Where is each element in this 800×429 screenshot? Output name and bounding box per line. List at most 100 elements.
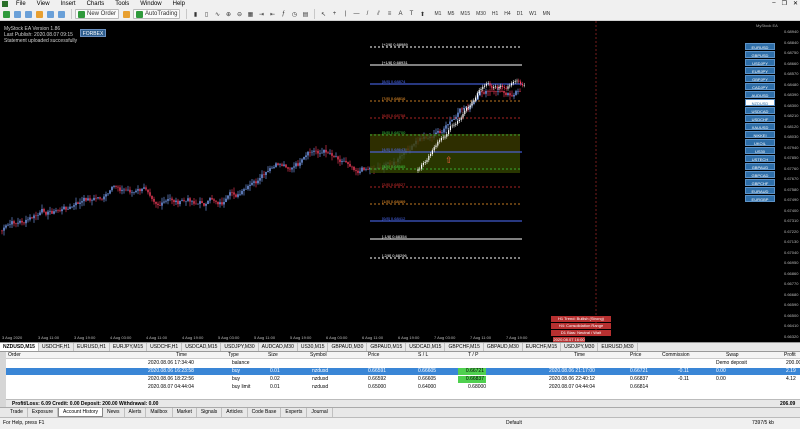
history-row[interactable]: 2020.08.06 17:34:40 balance Demo deposit 20… [6, 360, 800, 367]
col-symbol[interactable]: Symbol [310, 352, 327, 359]
symbol-button[interactable]: XAUUSD [745, 123, 775, 130]
candle-chart-icon[interactable]: ▯ [201, 9, 211, 19]
text-icon[interactable]: A [395, 9, 405, 19]
symbol-button[interactable]: AUDUSD [745, 91, 775, 98]
chart-tab[interactable]: GBPCHF,M15 [445, 343, 484, 351]
symbol-button[interactable]: UKOIL [745, 139, 775, 146]
chart-tab[interactable]: AUDCAD,M30 [259, 343, 298, 351]
bar-chart-icon[interactable]: ▮ [190, 9, 200, 19]
profiles-icon[interactable] [13, 9, 23, 19]
restore-icon[interactable]: ❐ [782, 0, 787, 7]
history-row[interactable]: 2020.08.06 18:22:56 buy 0.02 nzdusd 0.66592 0… [6, 376, 800, 383]
symbol-button[interactable]: USDCAD [745, 107, 775, 114]
templates-icon[interactable]: ▤ [300, 9, 310, 19]
arrows-icon[interactable]: ⬆ [417, 9, 427, 19]
col-close-time[interactable]: Time [574, 352, 585, 359]
time-axis[interactable]: 3 Aug 2020 3 Aug 11:00 3 Aug 19:00 4 Aug 03… [0, 334, 780, 342]
chart-tab[interactable]: EURUSD,H1 [74, 343, 110, 351]
channel-icon[interactable]: ⫽ [373, 9, 383, 19]
timeframe-m15[interactable]: M15 [460, 11, 470, 17]
symbol-button[interactable]: US30 [745, 147, 775, 154]
symbol-button[interactable]: EURAUD [745, 187, 775, 194]
chart-tab[interactable]: USDJPY,M30 [221, 343, 259, 351]
vertical-line-icon[interactable]: | [340, 9, 350, 19]
history-row[interactable]: 2020.08.06 16:23:58 buy 0.01 nzdusd 0.66591 0… [6, 368, 800, 375]
symbol-button[interactable]: GBPJPY [745, 75, 775, 82]
chart-tab[interactable]: USDCHF,H1 [39, 343, 75, 351]
minimize-icon[interactable]: – [772, 0, 775, 7]
terminal-tab[interactable]: News [103, 408, 125, 417]
crosshair-icon[interactable]: + [329, 9, 339, 19]
menu-window[interactable]: Window [140, 1, 161, 7]
horizontal-line-icon[interactable]: — [351, 9, 361, 19]
navigator-icon[interactable] [35, 9, 45, 19]
symbol-button[interactable]: EURUSD [745, 43, 775, 50]
history-row[interactable]: 2020.08.07 04:44:04 buy limit 0.01 nzdusd 0.… [6, 384, 800, 391]
col-profit[interactable]: Profit [784, 352, 796, 359]
timeframe-m5[interactable]: M5 [447, 11, 454, 17]
terminal-tab[interactable]: Code Base [248, 408, 282, 417]
autoscroll-icon[interactable]: ⇥ [256, 9, 266, 19]
col-size[interactable]: Size [268, 352, 278, 359]
chart-tab[interactable]: USDCAD,M15 [406, 343, 446, 351]
chart-tab[interactable]: USDCAD,M15 [182, 343, 222, 351]
menu-charts[interactable]: Charts [87, 1, 105, 7]
market-watch-icon[interactable] [24, 9, 34, 19]
terminal-tab[interactable]: Articles [222, 408, 248, 417]
forbex-button[interactable]: FORBEX [80, 29, 106, 37]
chart-tab[interactable]: GBPAUD,M30 [484, 343, 523, 351]
symbol-button[interactable]: CADJPY [745, 83, 775, 90]
symbol-button[interactable]: USDJPY [745, 59, 775, 66]
chart-tab[interactable]: EURUSD,M30 [598, 343, 638, 351]
menu-view[interactable]: View [37, 1, 50, 7]
symbol-button[interactable]: NZDUSD [745, 99, 775, 106]
timeframe-mn[interactable]: MN [543, 11, 551, 17]
timeframe-h4[interactable]: H4 [504, 11, 510, 17]
periods-icon[interactable]: ◷ [289, 9, 299, 19]
timeframe-h1[interactable]: H1 [492, 11, 498, 17]
menu-insert[interactable]: Insert [61, 1, 76, 7]
tile-windows-icon[interactable]: ▦ [245, 9, 255, 19]
terminal-tab[interactable]: Market [173, 408, 197, 417]
autotrading-button[interactable]: AutoTrading [133, 9, 181, 19]
chart-tab[interactable]: US30,M15 [298, 343, 329, 351]
terminal-tab[interactable]: Signals [197, 408, 223, 417]
col-close-price[interactable]: Price [630, 352, 641, 359]
menu-help[interactable]: Help [173, 1, 185, 7]
chart-tab[interactable]: USDJPY,M30 [561, 343, 599, 351]
terminal-tab[interactable]: Account History [58, 408, 104, 417]
chart-shift-icon[interactable]: ⇤ [267, 9, 277, 19]
tester-icon[interactable] [57, 9, 67, 19]
col-order[interactable]: Order [8, 352, 21, 359]
terminal-icon[interactable] [46, 9, 56, 19]
candlestick-plot[interactable]: ⇧ [0, 21, 782, 334]
metaeditor-icon[interactable] [122, 9, 132, 19]
col-sl[interactable]: S / L [418, 352, 428, 359]
col-tp[interactable]: T / P [468, 352, 478, 359]
symbol-button[interactable]: USTECH [745, 155, 775, 162]
timeframe-d1[interactable]: D1 [517, 11, 523, 17]
symbol-button[interactable]: EURJPY [745, 67, 775, 74]
col-type[interactable]: Type [228, 352, 239, 359]
chart-tab[interactable]: EURJPY,M15 [110, 343, 148, 351]
symbol-button[interactable]: EURGBP [745, 195, 775, 202]
indicators-icon[interactable]: ƒ [278, 9, 288, 19]
terminal-tab[interactable]: Alerts [125, 408, 147, 417]
zoom-in-icon[interactable]: ⊕ [223, 9, 233, 19]
symbol-button[interactable]: NIKKEI [745, 131, 775, 138]
symbol-button[interactable]: USDCHF [745, 115, 775, 122]
col-time[interactable]: Time [176, 352, 187, 359]
col-swap[interactable]: Swap [726, 352, 739, 359]
chart-tab[interactable]: GBPAUD,M30 [328, 343, 368, 351]
symbol-button[interactable]: GBPCHF [745, 179, 775, 186]
new-chart-icon[interactable] [2, 9, 12, 19]
timeframe-m30[interactable]: M30 [476, 11, 486, 17]
col-price[interactable]: Price [368, 352, 379, 359]
menu-file[interactable]: File [16, 1, 26, 7]
timeframe-w1[interactable]: W1 [529, 11, 537, 17]
timeframe-m1[interactable]: M1 [434, 11, 441, 17]
symbol-button[interactable]: GBPAUD [745, 163, 775, 170]
price-axis[interactable]: 0.68940 0.68840 0.68750 0.68660 0.68570 0.684… [782, 21, 800, 342]
col-commission[interactable]: Commission [662, 352, 690, 359]
close-icon[interactable]: ✕ [793, 0, 798, 7]
